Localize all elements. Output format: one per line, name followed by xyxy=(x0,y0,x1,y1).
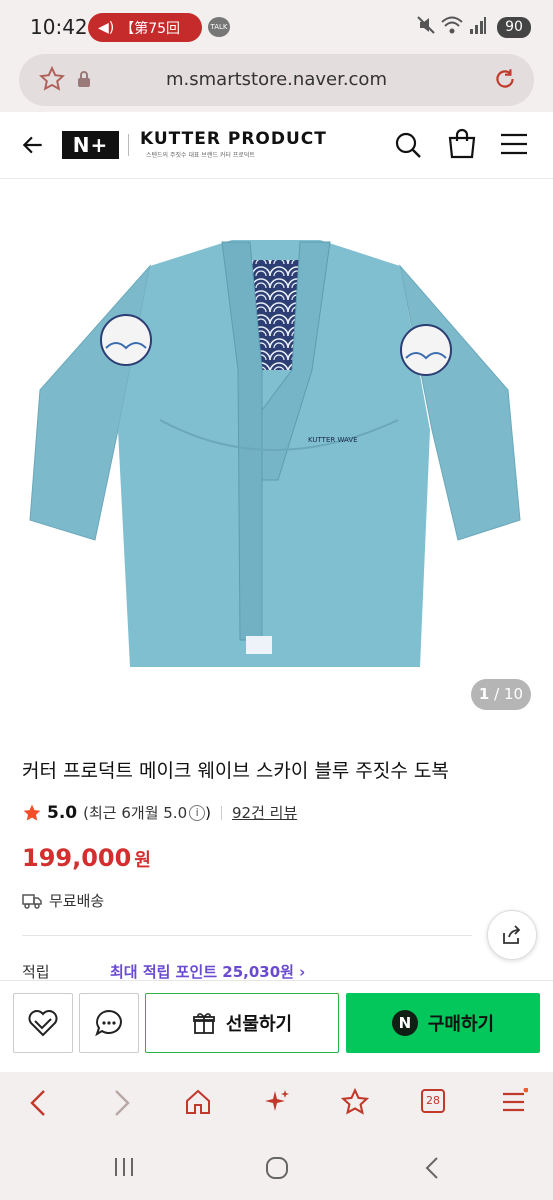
shipping-info: 무료배송 xyxy=(22,890,104,911)
points-link[interactable]: 최대 적립 포인트 25,030원 › xyxy=(110,961,305,982)
forward-icon[interactable] xyxy=(110,1088,132,1118)
system-icons xyxy=(417,15,487,35)
url-text: m.smartstore.naver.com xyxy=(166,69,387,90)
store-header: N+ KUTTER PRODUCT 스텐드의 주짓수 대표 브랜드 커터 프로덕… xyxy=(0,112,553,179)
gift-label: 선물하기 xyxy=(225,1014,293,1035)
chest-text: KUTTER WAVE xyxy=(308,436,358,444)
brand-name[interactable]: KUTTER PRODUCT xyxy=(140,129,327,149)
naver-plus-logo[interactable]: N+ xyxy=(62,131,119,159)
system-nav-bar xyxy=(0,1136,553,1200)
price-currency: 원 xyxy=(134,850,151,871)
truck-icon xyxy=(22,893,42,909)
price-value: 199,000 xyxy=(22,844,132,872)
product-title: 커터 프로덕트 메이크 웨이브 스카이 블루 주짓수 도복 xyxy=(22,760,449,782)
back-icon[interactable] xyxy=(28,1088,50,1118)
bag-icon[interactable] xyxy=(447,128,477,160)
notification-text: 【第75回 xyxy=(120,20,181,37)
status-bar: 10:42 ◀) 【第75回 TALK 90 xyxy=(0,0,553,52)
battery-indicator: 90 xyxy=(497,17,531,38)
naver-pay-badge: N xyxy=(391,1010,418,1036)
share-icon xyxy=(503,925,521,944)
reload-icon[interactable] xyxy=(492,66,518,92)
speaker-icon: ◀) xyxy=(98,19,115,36)
buy-label: 구매하기 xyxy=(427,1014,495,1035)
search-icon[interactable] xyxy=(393,130,423,160)
counter-total: / 10 xyxy=(494,685,524,703)
address-bar[interactable]: m.smartstore.naver.com xyxy=(19,54,534,106)
shipping-text: 무료배송 xyxy=(49,892,105,910)
wifi-icon xyxy=(441,16,463,34)
clock: 10:42 xyxy=(30,15,88,39)
purchase-bar: 선물하기 N 구매하기 xyxy=(0,980,553,1072)
talktalk-button[interactable] xyxy=(79,993,139,1053)
product-image-gallery[interactable]: KUTTER WAVE 1 / 10 xyxy=(0,180,553,728)
gift-button[interactable]: 선물하기 xyxy=(145,993,339,1053)
buy-button[interactable]: N 구매하기 xyxy=(346,993,540,1053)
recent-rating: (최근 6개월 5.0 xyxy=(83,804,188,822)
heart-icon xyxy=(28,1010,58,1037)
wishlist-button[interactable] xyxy=(13,993,73,1053)
back-button-icon[interactable] xyxy=(422,1155,442,1181)
gift-icon xyxy=(192,1013,215,1034)
rating-row: 5.0 (최근 6개월 5.0 i ) 92건 리뷰 xyxy=(22,802,297,823)
info-icon[interactable]: i xyxy=(189,804,206,821)
tabs-button[interactable]: 28 xyxy=(421,1089,445,1113)
mute-icon xyxy=(417,16,435,34)
sparkle-icon[interactable] xyxy=(263,1088,291,1116)
bookmark-star-icon[interactable] xyxy=(341,1088,369,1116)
back-arrow-icon[interactable] xyxy=(20,132,46,158)
star-icon xyxy=(23,804,41,821)
chat-icon xyxy=(95,1009,122,1037)
image-counter: 1 / 10 xyxy=(471,679,531,710)
home-button-icon[interactable] xyxy=(264,1155,290,1181)
call-notification-pill[interactable]: ◀) 【第75回 xyxy=(88,13,202,42)
divider xyxy=(22,935,472,936)
menu-icon[interactable] xyxy=(500,1088,528,1116)
header-divider xyxy=(128,134,129,156)
talk-badge-icon: TALK xyxy=(208,17,230,37)
home-icon[interactable] xyxy=(184,1088,212,1116)
browser-toolbar: 28 xyxy=(0,1072,553,1136)
rating-separator xyxy=(220,805,222,820)
recent-apps-icon[interactable] xyxy=(112,1156,136,1178)
share-button[interactable] xyxy=(487,910,537,960)
signal-icon xyxy=(470,17,486,34)
brand-tagline: 스텐드의 주짓수 대표 브랜드 커터 프로덕트 xyxy=(146,152,255,159)
product-image: KUTTER WAVE xyxy=(29,240,521,667)
counter-current: 1 xyxy=(478,685,490,703)
recent-rating-close: ) xyxy=(205,803,211,822)
browser-url-area: m.smartstore.naver.com xyxy=(0,52,553,112)
product-price: 199,000 원 xyxy=(22,844,151,872)
rating-score: 5.0 xyxy=(47,802,78,823)
menu-icon[interactable] xyxy=(500,132,528,156)
review-link[interactable]: 92건 리뷰 xyxy=(232,802,297,823)
points-label: 적립 xyxy=(22,963,50,981)
